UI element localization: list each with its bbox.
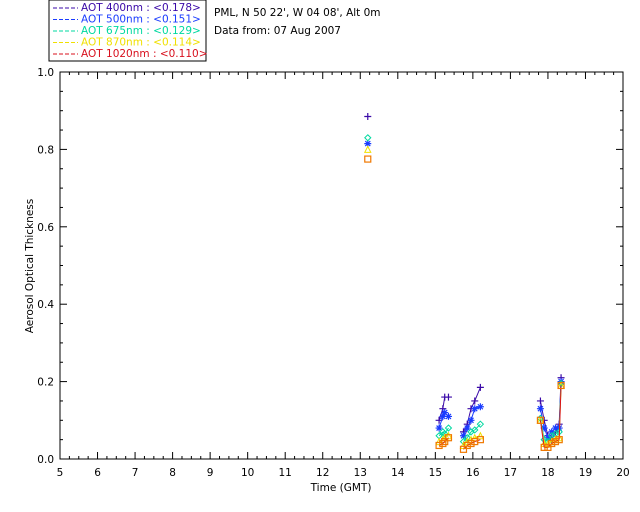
x-tick-label: 7	[132, 467, 139, 479]
data-point	[364, 113, 372, 121]
legend-entry: AOT 675nm : <0.129>	[81, 25, 201, 37]
aot-chart: AOT 400nm : <0.178>AOT 500nm : <0.151>AO…	[24, 0, 630, 494]
series-line-segment	[474, 387, 481, 402]
x-tick-label: 11	[279, 467, 292, 479]
data-point	[536, 405, 544, 413]
data-point	[471, 397, 479, 405]
x-axis-label: Time (GMT)	[310, 482, 372, 494]
x-tick-label: 9	[207, 467, 214, 479]
y-tick-label: 1.0	[37, 67, 54, 79]
y-tick-label: 0.8	[37, 144, 54, 156]
y-tick-label: 0.0	[37, 454, 54, 466]
x-tick-label: 17	[504, 467, 517, 479]
x-tick-label: 19	[579, 467, 592, 479]
data-point	[444, 393, 452, 401]
y-tick-label: 0.2	[37, 377, 54, 389]
series-layer	[363, 113, 565, 453]
series-group	[364, 113, 565, 444]
data-point	[476, 403, 484, 411]
series-group	[363, 145, 565, 449]
y-tick-label: 0.6	[37, 222, 54, 234]
x-tick-label: 10	[241, 467, 254, 479]
data-point	[476, 383, 484, 391]
data-point	[363, 145, 372, 153]
chart-title-line-2: Data from: 07 Aug 2007	[214, 25, 341, 37]
x-tick-label: 5	[57, 467, 64, 479]
data-point	[536, 397, 544, 405]
data-point	[467, 416, 475, 424]
y-axis-label: Aerosol Optical Thickness	[24, 199, 36, 333]
data-point	[364, 155, 372, 163]
legend: AOT 400nm : <0.178>AOT 500nm : <0.151>AO…	[48, 0, 208, 62]
x-tick-label: 18	[541, 467, 554, 479]
x-tick-label: 12	[316, 467, 329, 479]
x-tick-label: 15	[429, 467, 442, 479]
x-tick-label: 16	[466, 467, 480, 479]
data-point	[444, 412, 452, 420]
x-tick-label: 14	[391, 467, 405, 479]
legend-entry: AOT 1020nm : <0.110>	[81, 48, 208, 60]
legend-entry: AOT 500nm : <0.151>	[81, 14, 201, 26]
x-tick-label: 13	[354, 467, 367, 479]
legend-entry: AOT 870nm : <0.114>	[81, 37, 201, 49]
x-tick-label: 20	[616, 467, 629, 479]
y-tick-label: 0.4	[37, 299, 54, 311]
x-tick-label: 6	[94, 467, 101, 479]
series-group	[364, 134, 565, 446]
chart-title-line-1: PML, N 50 22', W 04 08', Alt 0m	[214, 7, 381, 19]
series-line-segment	[442, 441, 446, 444]
series-group	[364, 155, 565, 453]
x-tick-label: 8	[169, 467, 176, 479]
data-point	[364, 134, 372, 142]
y-axis: 0.0 0.2 0.4 0.6 0.8 1.0	[37, 67, 623, 466]
legend-entry: AOT 400nm : <0.178>	[81, 2, 201, 14]
series-group	[364, 140, 565, 442]
